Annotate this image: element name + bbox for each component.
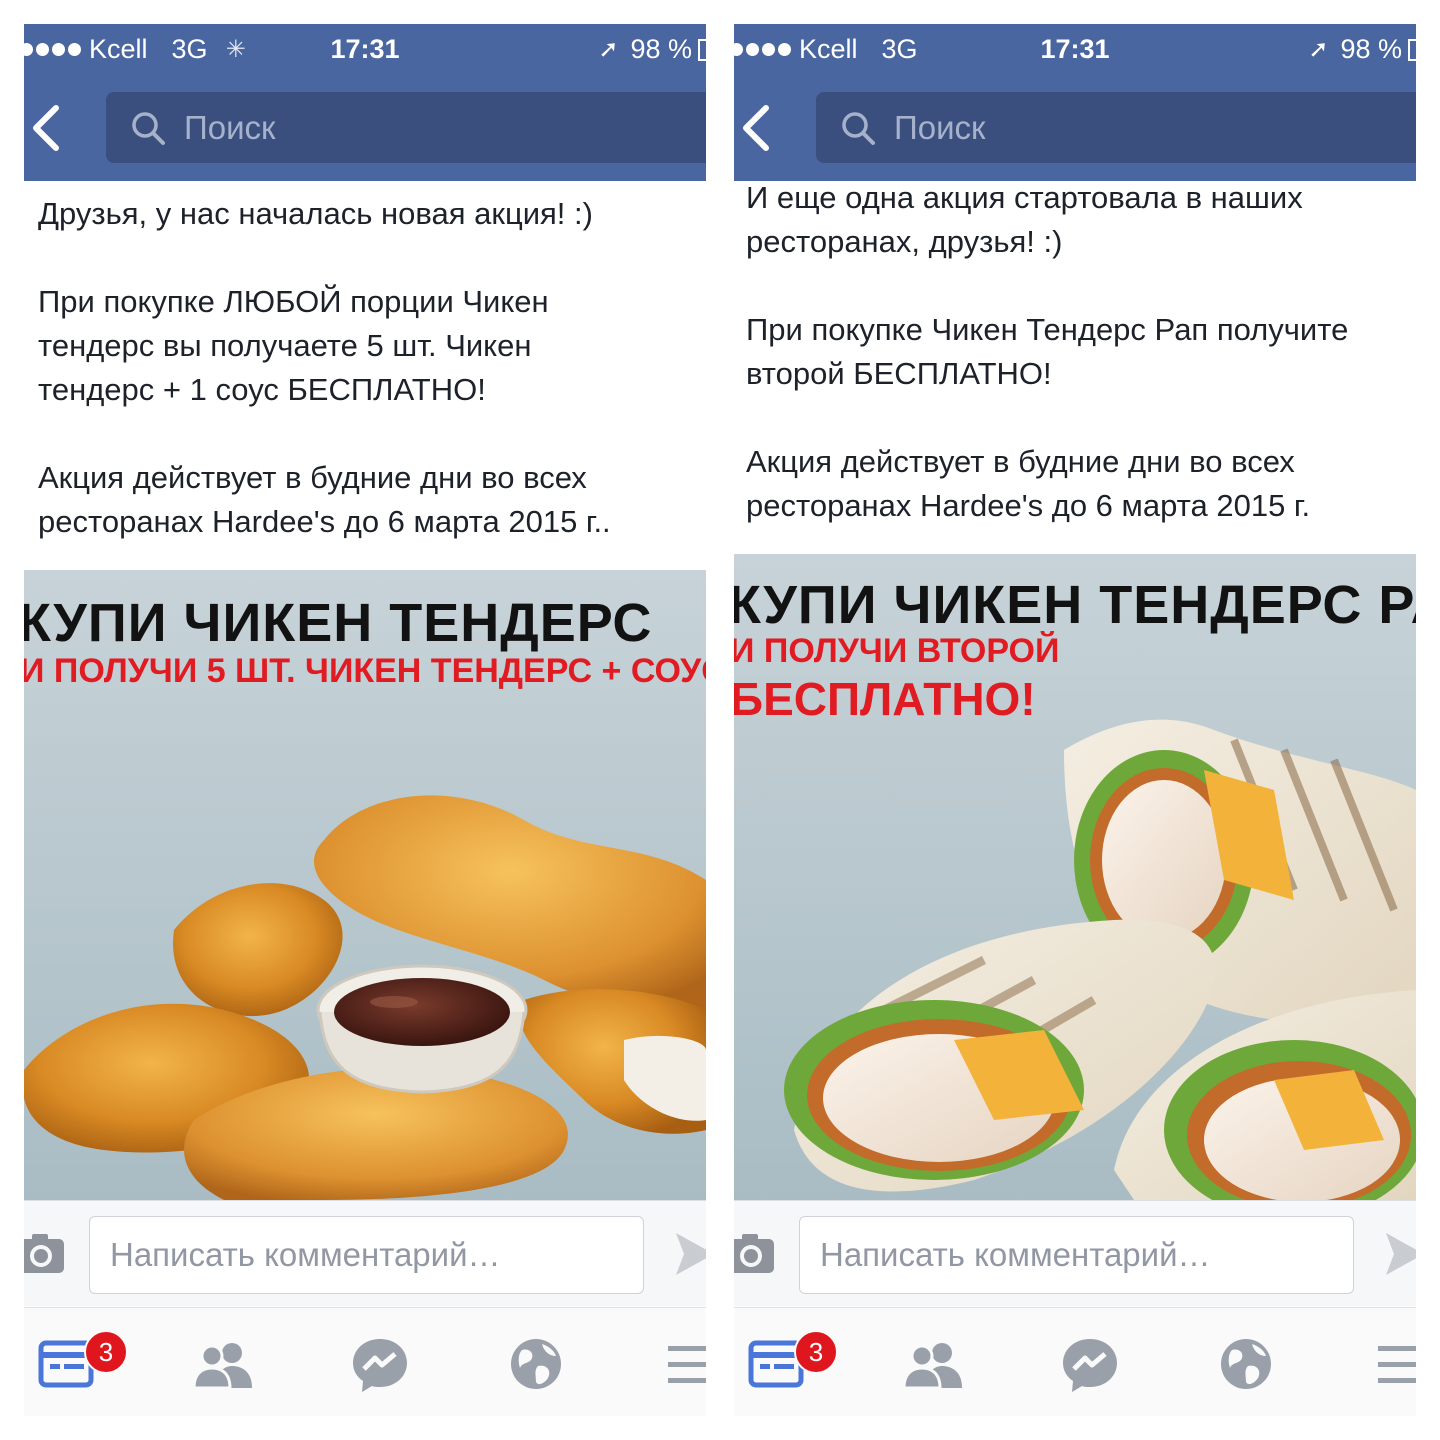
tab-friends[interactable]	[902, 1334, 968, 1394]
tab-messenger[interactable]	[1060, 1334, 1126, 1394]
notification-badge: 3	[794, 1330, 838, 1374]
tab-messenger[interactable]	[350, 1334, 416, 1394]
friends-icon	[902, 1343, 962, 1390]
battery-percent: 98 %	[1340, 34, 1402, 64]
post-paragraph: Акция действует в будние дни во всех рес…	[746, 444, 1311, 523]
activity-spinner-icon: ✳	[225, 36, 246, 63]
tab-notifications[interactable]	[508, 1334, 574, 1394]
comment-input[interactable]: Написать комментарий…	[799, 1216, 1354, 1294]
signal-strength-icon	[734, 43, 791, 56]
top-bar: Kcell 3G ✳ 17:31 ➚ 98 % Поиск	[24, 24, 706, 181]
messenger-icon	[353, 1339, 407, 1392]
nav-bar: Поиск	[24, 92, 706, 164]
notification-badge: 3	[84, 1330, 128, 1374]
phone-screen-right: Kcell 3G 17:31 ➚ 98 % Поиск И еще одна а…	[734, 24, 1416, 1416]
chicken-wraps-image-icon	[784, 719, 1416, 1200]
menu-icon	[668, 1346, 706, 1383]
promo-image[interactable]: КУПИ ЧИКЕН ТЕНДЕРС И ПОЛУЧИ 5 ШТ. ЧИКЕН …	[24, 570, 706, 1200]
post-text: И еще одна акция стартовала в наших рест…	[746, 176, 1416, 528]
comment-input[interactable]: Написать комментарий…	[89, 1216, 644, 1294]
chicken-tenders-image-icon	[24, 795, 706, 1200]
network-type: 3G	[881, 34, 918, 64]
carrier-name: Kcell	[799, 34, 858, 64]
tab-news-feed[interactable]: 3	[748, 1330, 838, 1394]
camera-icon[interactable]	[24, 1231, 68, 1277]
status-time: 17:31	[330, 34, 400, 64]
tab-more[interactable]	[1374, 1334, 1416, 1394]
tab-more[interactable]	[664, 1334, 706, 1394]
status-time: 17:31	[1040, 34, 1110, 64]
post-paragraph: Акция действует в будние дни во всех рес…	[38, 460, 611, 539]
send-icon[interactable]	[674, 1229, 706, 1279]
search-input[interactable]: Поиск	[816, 92, 1416, 163]
tab-friends[interactable]	[192, 1334, 258, 1394]
post-paragraph: При покупке Чикен Тендерс Рап получите в…	[746, 312, 1349, 391]
search-input[interactable]: Поиск	[106, 92, 706, 163]
search-icon	[842, 111, 875, 145]
battery-icon	[698, 38, 706, 61]
phone-screen-left: Kcell 3G ✳ 17:31 ➚ 98 % Поиск Друзья, у …	[24, 24, 706, 1416]
bottom-tab-bar: 3	[24, 1307, 706, 1416]
battery-percent: 98 %	[630, 34, 692, 64]
status-bar: Kcell 3G 17:31 ➚ 98 %	[734, 24, 1416, 76]
promo-subline: И ПОЛУЧИ 5 ШТ. ЧИКЕН ТЕНДЕРС + СОУС	[24, 652, 706, 690]
bottom-tab-bar: 3	[734, 1307, 1416, 1416]
promo-headline: КУПИ ЧИКЕН ТЕНДЕРС	[24, 593, 653, 653]
menu-icon	[1378, 1346, 1416, 1383]
post-paragraph: И еще одна акция стартовала в наших рест…	[746, 180, 1303, 259]
search-placeholder: Поиск	[184, 108, 276, 146]
tab-news-feed[interactable]: 3	[38, 1330, 128, 1394]
post-paragraph: При покупке ЛЮБОЙ порции Чикен тендерс в…	[38, 284, 549, 407]
globe-icon	[511, 1339, 561, 1389]
messenger-icon	[1063, 1339, 1117, 1392]
top-bar: Kcell 3G 17:31 ➚ 98 % Поиск	[734, 24, 1416, 181]
promo-subline: И ПОЛУЧИ ВТОРОЙ	[734, 632, 1060, 670]
friends-icon	[192, 1343, 252, 1390]
back-chevron-icon[interactable]	[26, 96, 70, 160]
location-arrow-icon: ➚	[598, 36, 619, 63]
back-chevron-icon[interactable]	[736, 96, 780, 160]
comment-composer: Написать комментарий…	[24, 1200, 706, 1306]
post-paragraph: Друзья, у нас началась новая акция! :)	[38, 196, 593, 231]
search-placeholder: Поиск	[894, 108, 986, 146]
send-icon[interactable]	[1384, 1229, 1416, 1279]
globe-icon	[1221, 1339, 1271, 1389]
network-type: 3G	[171, 34, 208, 64]
comment-composer: Написать комментарий…	[734, 1200, 1416, 1306]
promo-headline: КУПИ ЧИКЕН ТЕНДЕРС РАП	[734, 575, 1416, 635]
battery-icon	[1408, 38, 1416, 61]
promo-image[interactable]: КУПИ ЧИКЕН ТЕНДЕРС РАП И ПОЛУЧИ ВТОРОЙ Б…	[734, 554, 1416, 1200]
post-text: Друзья, у нас началась новая акция! :) П…	[38, 192, 706, 544]
signal-strength-icon	[24, 43, 81, 56]
carrier-name: Kcell	[89, 34, 148, 64]
camera-icon[interactable]	[734, 1231, 778, 1277]
tab-notifications[interactable]	[1218, 1334, 1284, 1394]
status-bar: Kcell 3G ✳ 17:31 ➚ 98 %	[24, 24, 706, 76]
comment-placeholder: Написать комментарий…	[110, 1236, 501, 1273]
location-arrow-icon: ➚	[1308, 36, 1329, 63]
nav-bar: Поиск	[734, 92, 1416, 164]
search-icon	[132, 111, 165, 145]
comment-placeholder: Написать комментарий…	[820, 1236, 1211, 1273]
